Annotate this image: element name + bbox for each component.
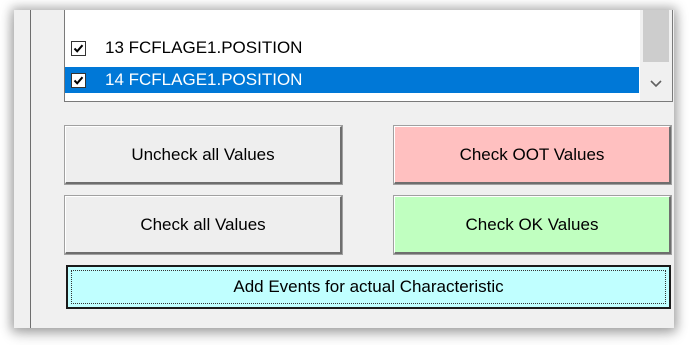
values-panel: 13 FCFLAGE1.POSITION 14 FCFLAGE1.POSITIO… — [14, 10, 674, 328]
list-item-selected[interactable]: 14 FCFLAGE1.POSITION — [65, 67, 639, 93]
item-checkbox[interactable] — [71, 40, 86, 56]
add-events-label: Add Events for actual Characteristic — [233, 277, 504, 296]
check-ok-values-button[interactable]: Check OK Values — [393, 195, 672, 255]
chevron-down-icon — [650, 80, 662, 88]
panel-divider — [30, 10, 31, 328]
values-list[interactable]: 13 FCFLAGE1.POSITION 14 FCFLAGE1.POSITIO… — [64, 10, 673, 102]
list-item-label: 14 FCFLAGE1.POSITION — [105, 70, 303, 89]
uncheck-all-values-button[interactable]: Uncheck all Values — [64, 125, 343, 185]
add-events-button[interactable]: Add Events for actual Characteristic — [66, 265, 671, 309]
list-scrollbar[interactable] — [640, 10, 672, 101]
list-item[interactable]: 13 FCFLAGE1.POSITION — [65, 35, 639, 61]
item-checkbox[interactable] — [71, 72, 86, 88]
check-all-values-button[interactable]: Check all Values — [64, 195, 343, 255]
checkmark-icon — [73, 44, 84, 53]
check-oot-values-button[interactable]: Check OOT Values — [393, 125, 672, 185]
scroll-down-button[interactable] — [640, 70, 672, 98]
list-item-label: 13 FCFLAGE1.POSITION — [105, 38, 303, 57]
scrollbar-thumb[interactable] — [643, 10, 669, 62]
checkmark-icon — [73, 76, 84, 85]
